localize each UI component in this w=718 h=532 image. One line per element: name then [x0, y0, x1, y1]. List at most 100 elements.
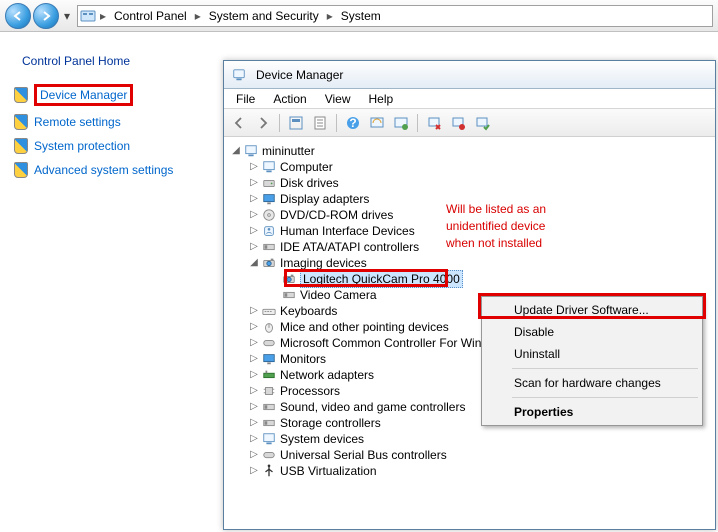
tree-category[interactable]: ▷Universal Serial Bus controllers	[248, 447, 715, 463]
address-bar[interactable]: ▸ Control Panel ▸ System and Security ▸ …	[77, 5, 713, 27]
expand-icon[interactable]: ▷	[248, 303, 260, 319]
collapse-icon[interactable]: ◢	[230, 143, 242, 159]
device-manager-link[interactable]: Device Manager	[40, 88, 127, 102]
nav-buttons: ▾	[5, 3, 73, 29]
category-icon	[261, 415, 277, 431]
category-icon	[261, 159, 277, 175]
toolbar-update-driver-button[interactable]	[390, 112, 412, 134]
category-icon	[261, 431, 277, 447]
control-panel-home-link[interactable]: Control Panel Home	[22, 54, 213, 68]
forward-button[interactable]	[33, 3, 59, 29]
tree-category-label: DVD/CD-ROM drives	[280, 207, 393, 223]
category-icon	[261, 335, 277, 351]
chevron-right-icon[interactable]: ▸	[98, 9, 108, 23]
remote-settings-link[interactable]: Remote settings	[34, 115, 121, 129]
menu-action[interactable]: Action	[265, 90, 314, 108]
tree-category[interactable]: ▷ System devices	[248, 431, 715, 447]
category-icon	[261, 255, 277, 271]
collapse-icon[interactable]: ◢	[248, 255, 260, 271]
category-icon	[261, 463, 277, 479]
context-disable[interactable]: Disable	[484, 321, 700, 343]
expand-icon[interactable]: ▷	[248, 367, 260, 383]
category-icon	[261, 351, 277, 367]
category-icon	[261, 175, 277, 191]
svg-text:?: ?	[349, 116, 356, 130]
tree-category-label: Human Interface Devices	[280, 223, 415, 239]
device-icon	[281, 287, 297, 303]
category-icon	[261, 399, 277, 415]
chevron-right-icon[interactable]: ▸	[325, 9, 335, 23]
annotation-text: Will be listed as an unidentified device…	[446, 201, 546, 252]
category-icon	[261, 383, 277, 399]
expand-icon[interactable]: ▷	[248, 335, 260, 351]
shield-icon	[14, 138, 28, 154]
context-scan-hardware[interactable]: Scan for hardware changes	[484, 372, 700, 394]
control-panel-icon	[80, 8, 96, 24]
tree-category-label: Mice and other pointing devices	[280, 319, 449, 335]
toolbar-show-hidden-button[interactable]	[285, 112, 307, 134]
toolbar: ?	[224, 109, 715, 137]
breadcrumb-item[interactable]: System	[337, 6, 385, 26]
explorer-header: ▾ ▸ Control Panel ▸ System and Security …	[0, 0, 718, 32]
context-uninstall[interactable]: Uninstall	[484, 343, 700, 365]
tree-category-label: Computer	[280, 159, 333, 175]
breadcrumb-item[interactable]: System and Security	[205, 6, 323, 26]
expand-icon[interactable]: ▷	[248, 351, 260, 367]
expand-icon[interactable]: ▷	[248, 463, 260, 479]
tree-category-label: Network adapters	[280, 367, 374, 383]
expand-icon[interactable]: ▷	[248, 399, 260, 415]
breadcrumb-item[interactable]: Control Panel	[110, 6, 191, 26]
expand-icon[interactable]: ▷	[248, 431, 260, 447]
annotation-highlight: Device Manager	[34, 84, 133, 106]
system-protection-link[interactable]: System protection	[34, 139, 130, 153]
tree-root[interactable]: ◢ mininutter	[230, 143, 715, 159]
annotation-highlight	[284, 269, 448, 287]
tree-category-label: System devices	[280, 431, 364, 447]
context-properties[interactable]: Properties	[484, 401, 700, 423]
expand-icon[interactable]: ▷	[248, 159, 260, 175]
tree-category[interactable]: ▷ Computer	[248, 159, 715, 175]
toolbar-disable-button[interactable]	[447, 112, 469, 134]
category-icon	[261, 239, 277, 255]
tree-category-label: Disk drives	[280, 175, 339, 191]
expand-icon[interactable]: ▷	[248, 319, 260, 335]
shield-icon	[14, 162, 28, 178]
shield-icon	[14, 114, 28, 130]
menu-file[interactable]: File	[228, 90, 263, 108]
annotation-highlight	[478, 293, 706, 319]
device-manager-titlebar[interactable]: Device Manager	[224, 61, 715, 89]
toolbar-properties-button[interactable]	[309, 112, 331, 134]
menu-help[interactable]: Help	[361, 90, 402, 108]
expand-icon[interactable]: ▷	[248, 415, 260, 431]
expand-icon[interactable]: ▷	[248, 223, 260, 239]
expand-icon[interactable]: ▷	[248, 175, 260, 191]
expand-icon[interactable]: ▷	[248, 447, 260, 463]
toolbar-uninstall-button[interactable]	[423, 112, 445, 134]
tree-category[interactable]: ▷ Disk drives	[248, 175, 715, 191]
category-icon	[261, 319, 277, 335]
nav-history-dropdown[interactable]: ▾	[61, 3, 73, 29]
expand-icon[interactable]: ▷	[248, 207, 260, 223]
toolbar-help-button[interactable]: ?	[342, 112, 364, 134]
tree-category[interactable]: ▷USB Virtualization	[248, 463, 715, 479]
tree-root-label: mininutter	[262, 143, 315, 159]
chevron-right-icon[interactable]: ▸	[193, 9, 203, 23]
category-icon	[261, 223, 277, 239]
toolbar-forward-button[interactable]	[252, 112, 274, 134]
advanced-system-settings-link[interactable]: Advanced system settings	[34, 163, 173, 177]
expand-icon[interactable]: ▷	[248, 239, 260, 255]
tree-category-label: Display adapters	[280, 191, 369, 207]
expand-icon[interactable]: ▷	[248, 191, 260, 207]
category-icon	[261, 367, 277, 383]
toolbar-enable-button[interactable]	[471, 112, 493, 134]
category-icon	[261, 447, 277, 463]
expand-icon[interactable]: ▷	[248, 383, 260, 399]
control-panel-sidebar: Control Panel Home Device Manager Remote…	[0, 32, 223, 532]
device-manager-window: Device Manager File Action View Help ? ◢…	[223, 60, 716, 530]
menu-view[interactable]: View	[317, 90, 359, 108]
toolbar-scan-button[interactable]	[366, 112, 388, 134]
toolbar-back-button[interactable]	[228, 112, 250, 134]
tree-category-label: Monitors	[280, 351, 326, 367]
back-button[interactable]	[5, 3, 31, 29]
category-icon	[261, 303, 277, 319]
